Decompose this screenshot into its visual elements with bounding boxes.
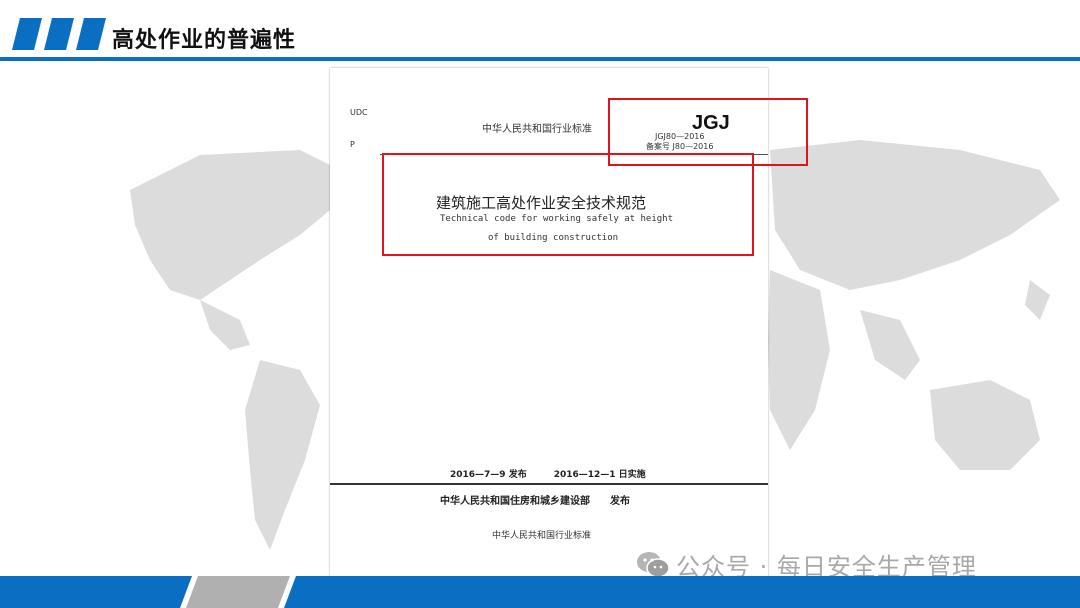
publish-dates: 2016—7—9 发布 2016—12—1 日实施 — [450, 470, 646, 480]
footer-rule — [330, 483, 768, 485]
udc-label: UDC — [350, 108, 368, 117]
page-title: 高处作业的普遍性 — [112, 28, 297, 53]
standard-heading: 中华人民共和国行业标准 — [482, 124, 592, 135]
footer-band — [0, 576, 1080, 608]
slide-header: 高处作业的普遍性 — [0, 0, 1080, 62]
p-label: P — [350, 140, 355, 149]
header-stripes-icon — [12, 18, 106, 50]
wechat-icon — [637, 551, 670, 578]
issuer: 中华人民共和国住房和城乡建设部 发布 — [440, 496, 630, 507]
header-divider — [0, 57, 1080, 61]
footer-standard: 中华人民共和国行业标准 — [492, 531, 592, 541]
highlight-box-title — [382, 153, 754, 256]
